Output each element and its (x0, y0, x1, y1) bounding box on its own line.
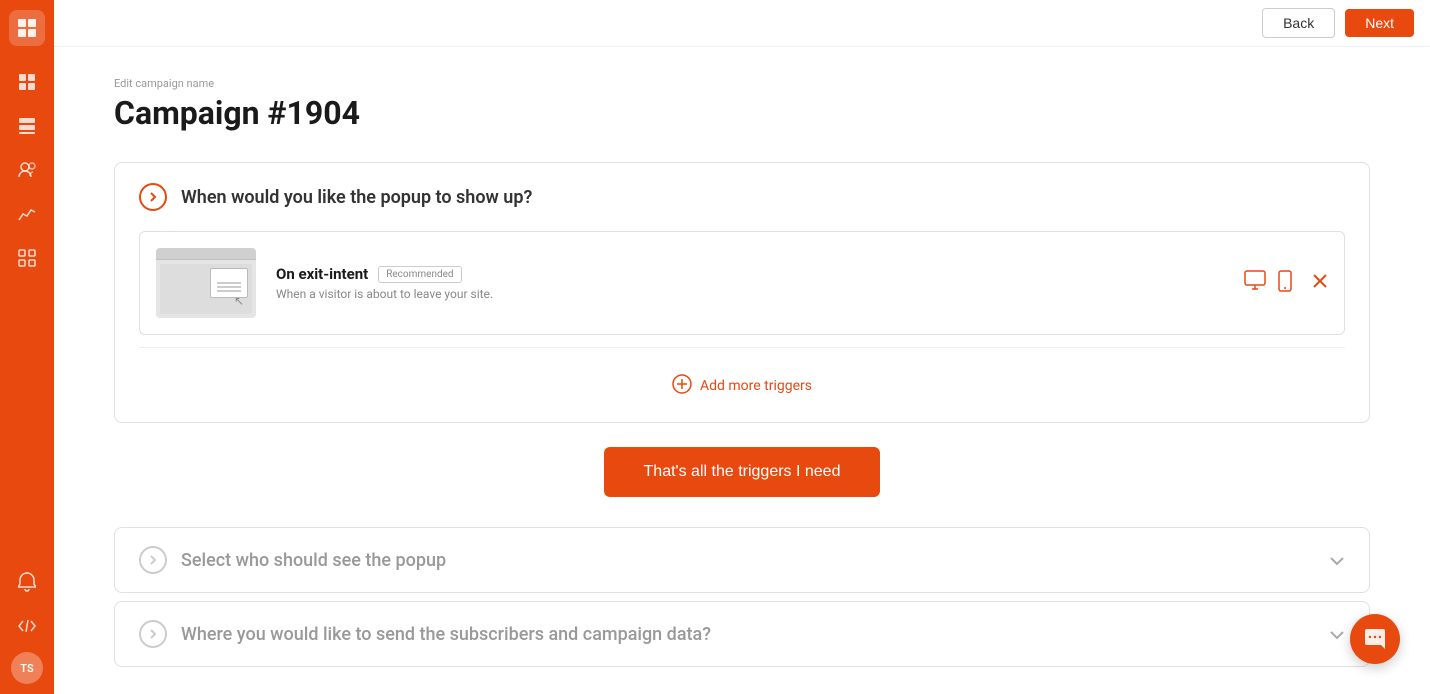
trigger-info: On exit-intent Recommended When a visito… (276, 265, 1244, 301)
notification-icon[interactable] (9, 564, 45, 600)
sidebar-item-grid[interactable] (9, 108, 45, 144)
chat-bubble-button[interactable] (1350, 614, 1400, 664)
integration-section: Where you would like to send the subscri… (114, 601, 1370, 667)
audience-section-header[interactable]: Select who should see the popup (115, 528, 1369, 592)
trigger-divider (139, 347, 1345, 348)
edit-campaign-label[interactable]: Edit campaign name (114, 77, 1370, 90)
sidebar-item-users[interactable] (9, 152, 45, 188)
sidebar-item-dashboard[interactable] (9, 64, 45, 100)
audience-section: Select who should see the popup (114, 527, 1370, 593)
trigger-preview-image: ↖ (156, 248, 256, 318)
add-more-triggers-label: Add more triggers (700, 378, 812, 394)
trigger-section: When would you like the popup to show up… (114, 162, 1370, 423)
back-button[interactable]: Back (1262, 8, 1335, 38)
trigger-name: On exit-intent Recommended (276, 265, 1244, 283)
trigger-close-button[interactable] (1312, 273, 1328, 294)
trigger-section-icon (139, 183, 167, 211)
trigger-description: When a visitor is about to leave your si… (276, 287, 1244, 301)
audience-section-icon (139, 546, 167, 574)
add-circle-icon (672, 374, 692, 398)
integration-chevron-icon (1329, 625, 1345, 644)
page-content: Edit campaign name Campaign #1904 When w… (54, 47, 1430, 694)
integration-section-icon (139, 620, 167, 648)
audience-section-title: Select who should see the popup (181, 550, 446, 571)
top-navigation: Back Next (54, 0, 1430, 47)
trigger-content: ↖ On exit-intent Recommended When a visi… (115, 231, 1369, 422)
desktop-icon (1244, 270, 1270, 297)
trigger-device-icons (1244, 270, 1292, 297)
cta-container: That's all the triggers I need (114, 447, 1370, 497)
page-title: Campaign #1904 (114, 94, 1370, 132)
sidebar-item-widgets[interactable] (9, 240, 45, 276)
triggers-done-button[interactable]: That's all the triggers I need (604, 447, 881, 497)
sidebar: TS (0, 0, 54, 694)
sidebar-item-analytics[interactable] (9, 196, 45, 232)
trigger-section-header: When would you like the popup to show up… (115, 163, 1369, 231)
add-more-triggers-button[interactable]: Add more triggers (139, 364, 1345, 402)
integration-section-title: Where you would like to send the subscri… (181, 624, 711, 645)
trigger-row: ↖ On exit-intent Recommended When a visi… (139, 231, 1345, 335)
trigger-section-title: When would you like the popup to show up… (181, 187, 532, 208)
mobile-icon (1278, 270, 1292, 297)
recommended-badge: Recommended (378, 266, 461, 283)
main-content: Back Next Edit campaign name Campaign #1… (54, 0, 1430, 694)
next-button[interactable]: Next (1345, 9, 1414, 37)
sidebar-logo[interactable] (9, 10, 45, 46)
user-avatar[interactable]: TS (11, 652, 43, 684)
audience-chevron-icon (1329, 551, 1345, 570)
integration-section-header[interactable]: Where you would like to send the subscri… (115, 602, 1369, 666)
code-icon[interactable] (9, 608, 45, 644)
